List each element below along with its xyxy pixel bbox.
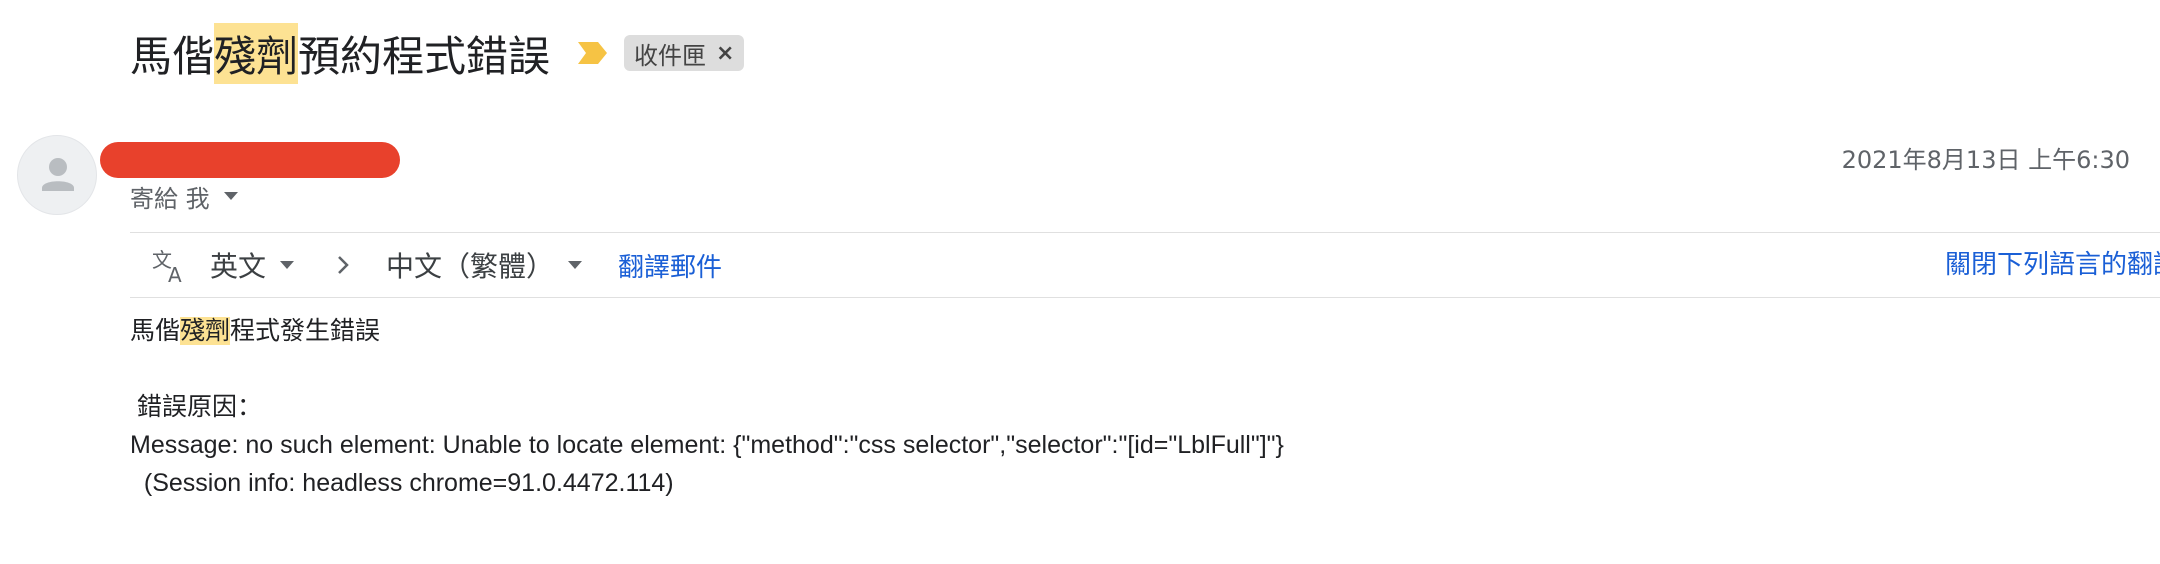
recipient-text: 寄給 我 <box>130 184 210 213</box>
body-line-4: (Session info: headless chrome=91.0.4472… <box>130 469 674 497</box>
body-line-1-end: 程式發生錯誤 <box>230 317 381 345</box>
subject-text-end: 預約程式錯誤 <box>298 31 551 81</box>
email-date: 2021年8月13日 上午6:30 <box>1841 146 2130 174</box>
body-highlight: 殘劑 <box>180 317 231 345</box>
target-language-select[interactable]: 中文（繁體） <box>386 245 583 285</box>
body-line-1: 馬偕殘劑程式發生錯誤 <box>130 312 2130 350</box>
inbox-label-text: 收件匣 <box>634 41 707 70</box>
body-line-2: 錯誤原因： <box>130 393 262 421</box>
turn-off-translation-link[interactable]: 關閉下列語言的翻譯 <box>1945 233 2160 297</box>
sender-avatar <box>17 135 97 215</box>
show-details-caret-icon[interactable] <box>223 192 238 200</box>
email-subject: 馬偕 殘劑 預約程式錯誤 <box>130 22 551 84</box>
source-language-label: 英文 <box>210 250 267 283</box>
body-line-3: Message: no such element: Unable to loca… <box>130 431 1284 459</box>
svg-text:A: A <box>168 263 182 285</box>
email-body: 馬偕殘劑程式發生錯誤 錯誤原因： Message: no such elemen… <box>130 312 2130 502</box>
target-language-label: 中文（繁體） <box>386 250 555 283</box>
importance-marker-icon[interactable] <box>576 38 610 68</box>
translate-bar: 文 A 英文 中文（繁體） 翻譯郵件 關閉下列語言的翻譯 <box>130 232 2160 298</box>
email-view: 馬偕殘劑預約程式錯誤 收件匣 × m 寄給 我 2021年8月13日 上午6:3… <box>0 0 2160 564</box>
source-language-select[interactable]: 英文 <box>210 245 295 285</box>
remove-label-button[interactable]: × <box>716 41 734 66</box>
subject-row: 馬偕 殘劑 預約程式錯誤 收件匣 × <box>130 18 745 88</box>
subject-text-start: 馬偕 <box>130 31 215 81</box>
translate-message-link[interactable]: 翻譯郵件 <box>618 247 722 284</box>
person-icon <box>42 158 74 191</box>
target-language-caret-icon <box>568 261 583 269</box>
redaction-mark <box>100 142 400 178</box>
source-language-caret-icon <box>280 261 295 269</box>
subject-highlight: 殘劑 <box>214 22 299 84</box>
inbox-label-chip: 收件匣 × <box>624 35 745 71</box>
body-blank-line <box>130 350 2130 388</box>
translate-icon: 文 A <box>152 248 182 285</box>
chevron-right-icon <box>338 256 349 274</box>
recipient-row: 寄給 我 <box>130 180 238 213</box>
body-line-1-start: 馬偕 <box>130 317 181 345</box>
